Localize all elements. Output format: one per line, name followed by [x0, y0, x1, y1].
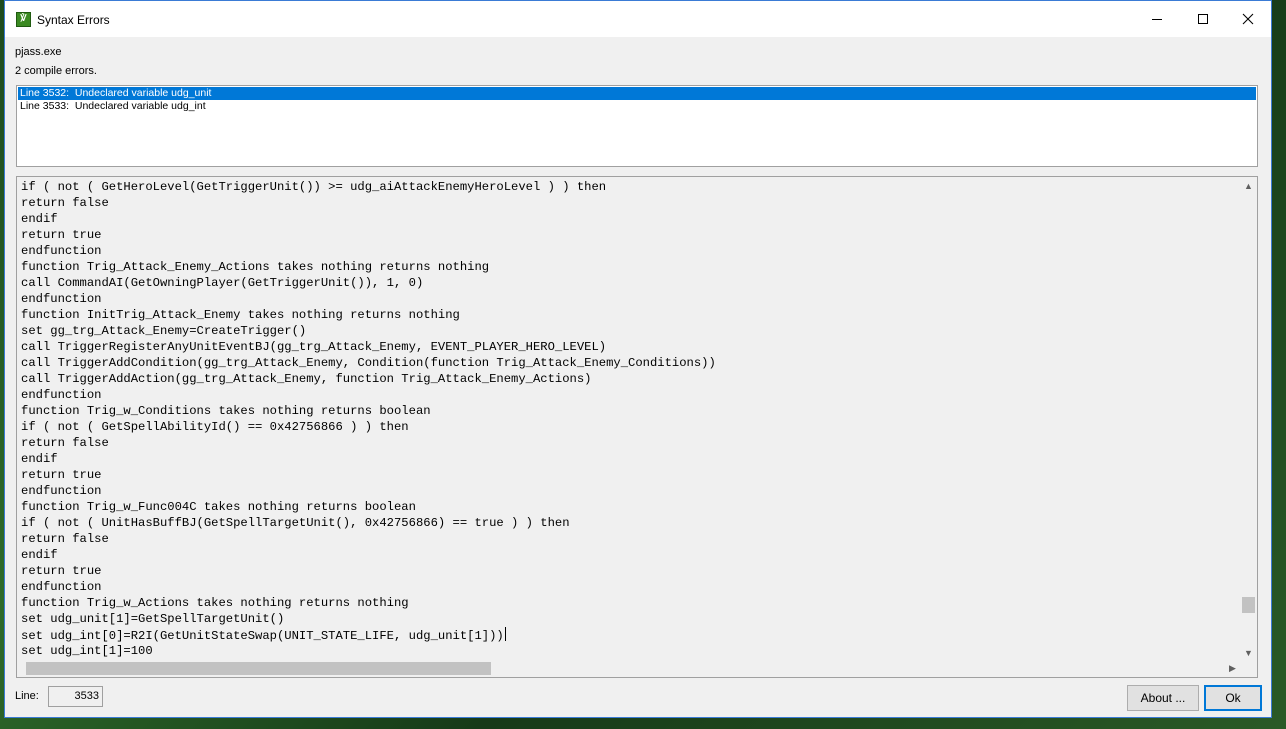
code-line: function Trig_w_Actions takes nothing re…: [21, 596, 409, 610]
close-button[interactable]: [1225, 1, 1271, 37]
scroll-corner: [1240, 660, 1257, 677]
jass-app-icon: ℣: [16, 12, 31, 27]
minimize-icon: [1152, 19, 1162, 20]
code-line: endfunction: [21, 580, 102, 594]
scroll-up-arrow-icon[interactable]: ▲: [1240, 177, 1257, 194]
maximize-icon: [1198, 14, 1208, 24]
tool-name-label: pjass.exe: [15, 46, 62, 58]
code-line: function InitTrig_Attack_Enemy takes not…: [21, 308, 460, 322]
code-line: if ( not ( GetHeroLevel(GetTriggerUnit()…: [21, 180, 607, 194]
code-line: endfunction: [21, 244, 102, 258]
code-line: call CommandAI(GetOwningPlayer(GetTrigge…: [21, 276, 424, 290]
code-line: function Trig_Attack_Enemy_Actions takes…: [21, 260, 490, 274]
horizontal-scroll-thumb[interactable]: [26, 662, 491, 675]
error-list-item[interactable]: Line 3533: Undeclared variable udg_int: [18, 100, 1256, 113]
code-line: endfunction: [21, 484, 102, 498]
code-line: endif: [21, 548, 58, 562]
code-line: call TriggerRegisterAnyUnitEventBJ(gg_tr…: [21, 340, 607, 354]
about-button[interactable]: About ...: [1127, 685, 1199, 711]
code-line: call TriggerAddCondition(gg_trg_Attack_E…: [21, 356, 716, 370]
code-line: set udg_int[1]=100: [21, 644, 153, 658]
code-line: set udg_int[0]=R2I(GetUnitStateSwap(UNIT…: [21, 627, 506, 643]
scroll-down-arrow-icon[interactable]: ▼: [1240, 644, 1257, 661]
code-line: function Trig_w_Func004C takes nothing r…: [21, 500, 416, 514]
code-line: return true: [21, 228, 102, 242]
source-code-viewer[interactable]: if ( not ( GetHeroLevel(GetTriggerUnit()…: [16, 176, 1258, 678]
text-caret: [504, 627, 506, 641]
minimize-button[interactable]: [1134, 1, 1180, 37]
error-count-label: 2 compile errors.: [15, 65, 97, 77]
code-line: if ( not ( GetSpellAbilityId() == 0x4275…: [21, 420, 409, 434]
code-line: endif: [21, 452, 58, 466]
error-list-item[interactable]: Line 3532: Undeclared variable udg_unit: [18, 87, 1256, 100]
code-line: return true: [21, 468, 102, 482]
code-line: return false: [21, 532, 109, 546]
line-label: Line:: [15, 690, 39, 702]
code-line: set udg_unit[1]=GetSpellTargetUnit(): [21, 612, 285, 626]
code-line: if ( not ( UnitHasBuffBJ(GetSpellTargetU…: [21, 516, 570, 530]
line-number-field: 3533: [48, 686, 103, 707]
maximize-button[interactable]: [1180, 1, 1226, 37]
vertical-scrollbar[interactable]: ▲ ▼: [1240, 177, 1257, 661]
scroll-right-arrow-icon[interactable]: ▶: [1224, 660, 1241, 677]
code-line: return false: [21, 196, 109, 210]
code-line: endif: [21, 212, 58, 226]
code-text-area[interactable]: if ( not ( GetHeroLevel(GetTriggerUnit()…: [17, 179, 1241, 661]
vertical-scroll-thumb[interactable]: [1242, 597, 1255, 613]
code-line: endfunction: [21, 292, 102, 306]
code-line: set gg_trg_Attack_Enemy=CreateTrigger(): [21, 324, 307, 338]
syntax-errors-window: ℣ Syntax Errors pjass.exe 2 compile erro…: [4, 0, 1272, 718]
title-bar[interactable]: ℣ Syntax Errors: [5, 1, 1271, 37]
horizontal-scrollbar[interactable]: ▶: [17, 660, 1241, 677]
code-line: return false: [21, 436, 109, 450]
code-line: call TriggerAddAction(gg_trg_Attack_Enem…: [21, 372, 592, 386]
code-line: function Trig_w_Conditions takes nothing…: [21, 404, 431, 418]
error-list[interactable]: Line 3532: Undeclared variable udg_unit …: [16, 85, 1258, 167]
code-line: endfunction: [21, 388, 102, 402]
ok-button[interactable]: Ok: [1204, 685, 1262, 711]
window-title: Syntax Errors: [37, 13, 110, 27]
close-icon: [1242, 13, 1254, 25]
code-line: return true: [21, 564, 102, 578]
